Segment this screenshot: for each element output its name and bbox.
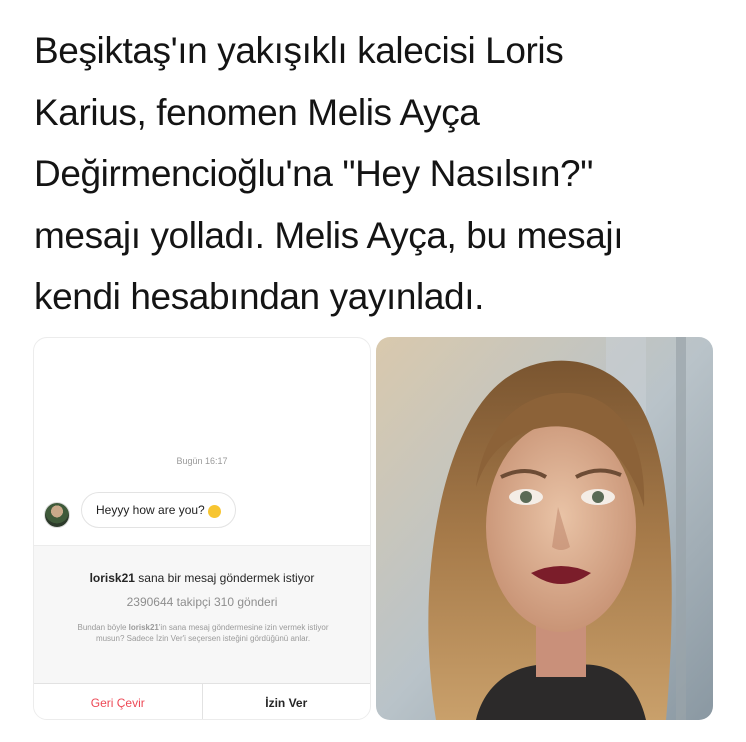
accept-button[interactable]: İzin Ver: [203, 684, 371, 719]
request-stats: 2390644 takipçi 310 gönderi: [126, 595, 278, 609]
message-text: Heyyy how are you?: [96, 503, 205, 517]
request-note: Bundan böyle lorisk21'in sana mesaj gönd…: [64, 622, 342, 644]
request-actions: Geri Çevir İzin Ver: [34, 683, 371, 719]
headline: Beşiktaş'ın yakışıklı kalecisi Loris Kar…: [34, 20, 724, 328]
portrait-illustration: [376, 337, 713, 720]
portrait-photo: [376, 337, 713, 720]
reject-button[interactable]: Geri Çevir: [34, 684, 203, 719]
message-bubble: Heyyy how are you?: [81, 492, 236, 528]
headline-line: Beşiktaş'ın yakışıklı kalecisi Loris: [34, 30, 564, 71]
message-request-panel: lorisk21 sana bir mesaj göndermek istiyo…: [34, 545, 371, 719]
request-username[interactable]: lorisk21: [90, 571, 135, 585]
message-timestamp: Bugün 16:17: [176, 456, 228, 466]
headline-line: Karius, fenomen Melis Ayça: [34, 91, 480, 133]
request-title: lorisk21 sana bir mesaj göndermek istiyo…: [34, 571, 370, 585]
request-title-text: sana bir mesaj göndermek istiyor: [134, 571, 315, 585]
request-note-username: lorisk21: [128, 623, 159, 632]
request-note-prefix: Bundan böyle: [77, 623, 129, 632]
headline-line: Değirmencioğlu'na "Hey Nasılsın?": [34, 153, 593, 194]
dm-screenshot: Bugün 16:17 Heyyy how are you? lorisk21 …: [33, 337, 371, 720]
headline-line: mesajı yolladı. Melis Ayça, bu mesajı: [34, 214, 624, 256]
sender-avatar[interactable]: [44, 502, 70, 528]
headline-line: kendi hesabından yayınladı.: [34, 276, 484, 317]
smiley-emoji-icon: [207, 504, 221, 518]
